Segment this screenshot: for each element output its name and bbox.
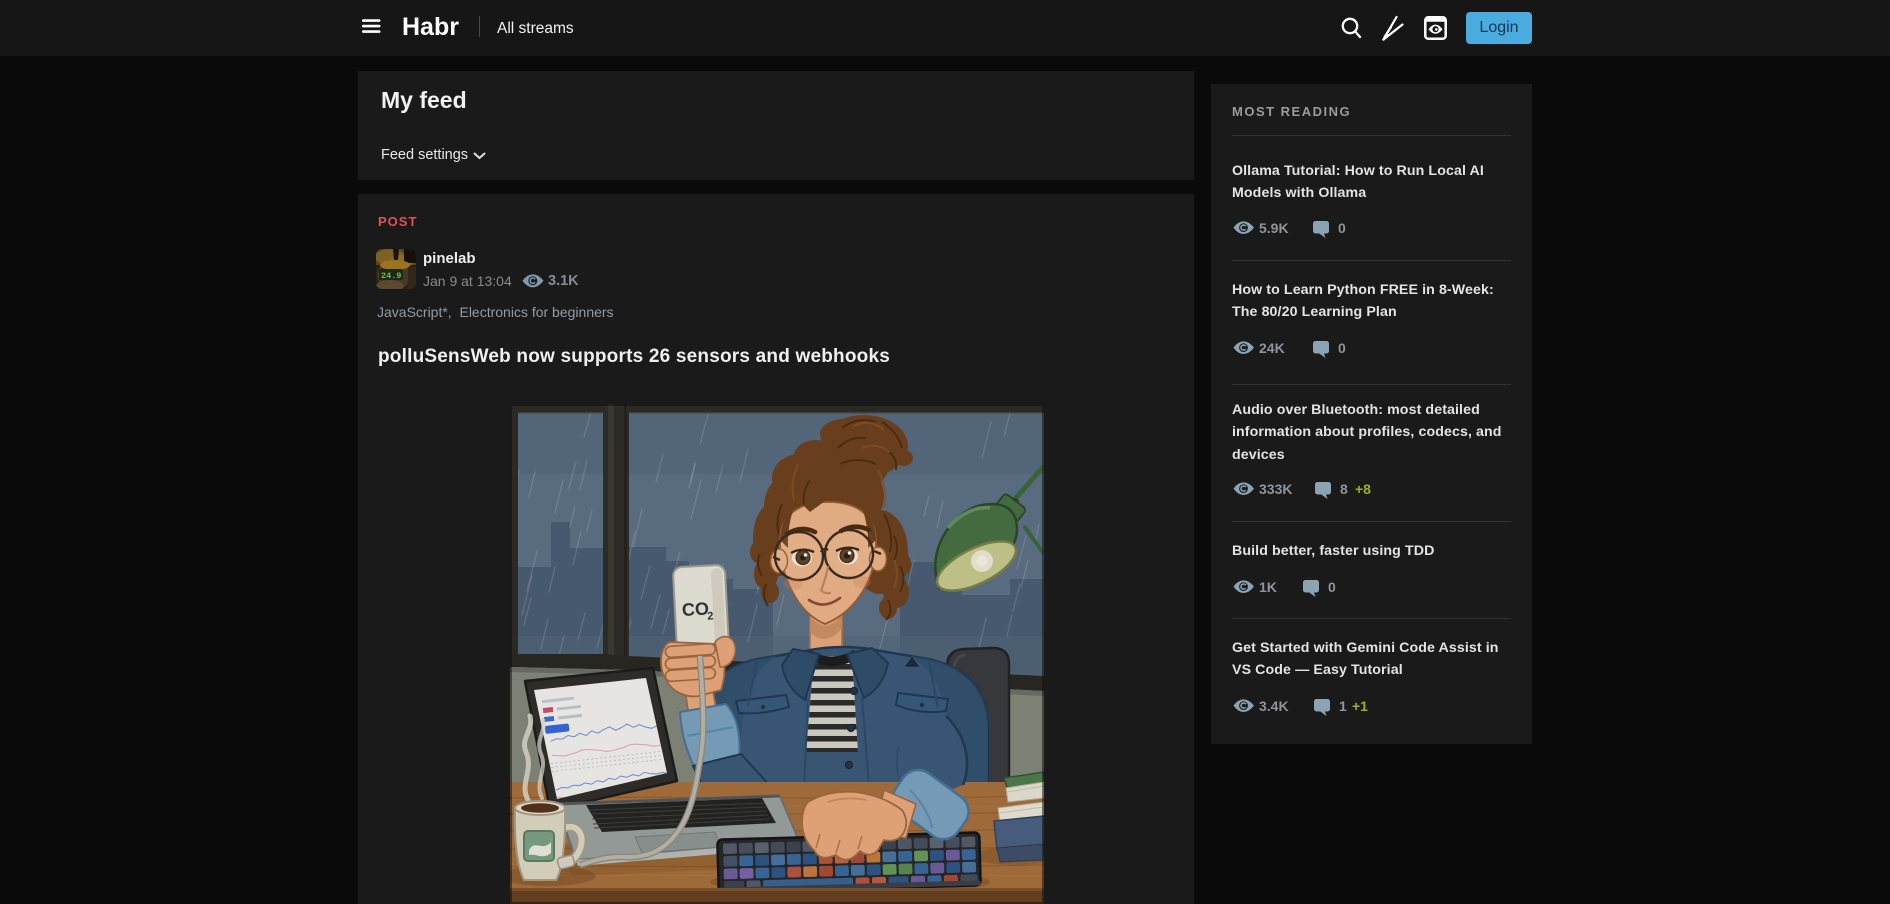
svg-text:24.9: 24.9 xyxy=(381,271,401,281)
